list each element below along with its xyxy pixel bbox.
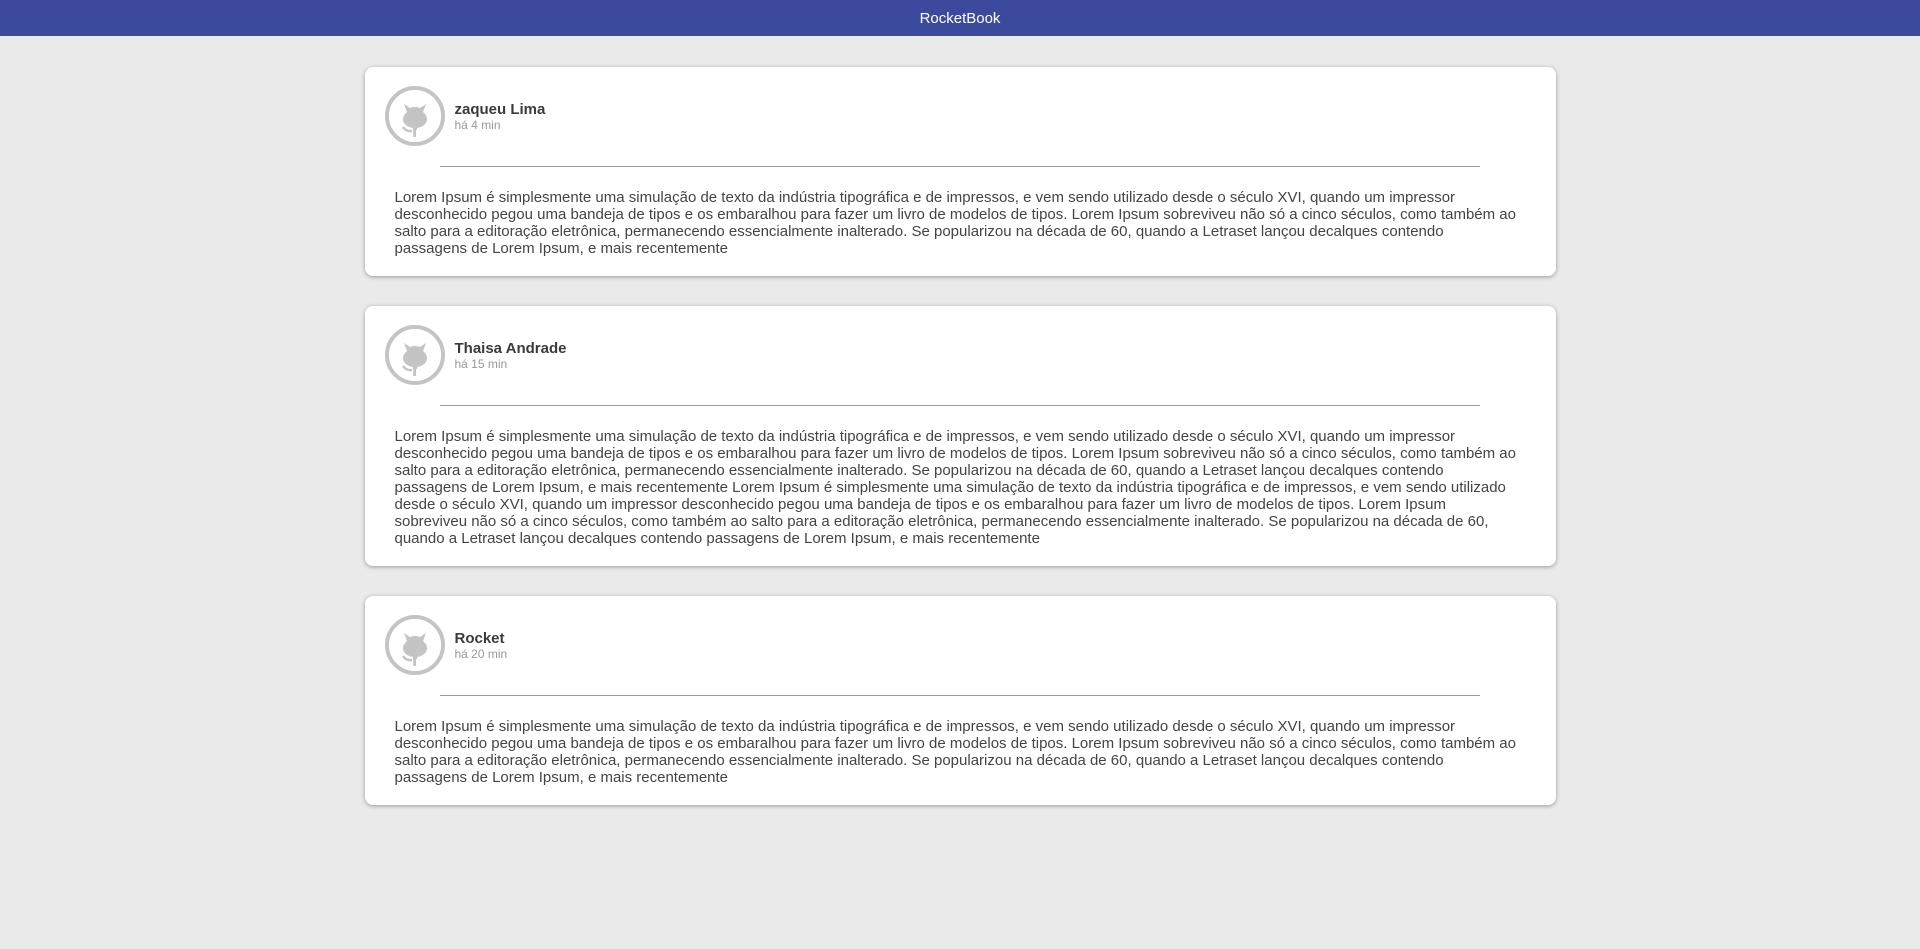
post-content: Lorem Ipsum é simplesmente uma simulação… bbox=[394, 428, 1516, 547]
github-octocat-icon bbox=[384, 325, 445, 385]
author-info: Thaisa Andrade há 15 min bbox=[455, 340, 567, 371]
app-header: RocketBook bbox=[0, 0, 1920, 36]
post-divider bbox=[439, 405, 1480, 406]
post-header: zaqueu Lima há 4 min bbox=[384, 86, 1520, 146]
post-card: Thaisa Andrade há 15 min Lorem Ipsum é s… bbox=[364, 306, 1556, 566]
post-divider bbox=[439, 166, 1480, 167]
post-card: zaqueu Lima há 4 min Lorem Ipsum é simpl… bbox=[364, 67, 1556, 276]
post-divider bbox=[439, 695, 1480, 696]
github-octocat-icon bbox=[384, 86, 445, 146]
author-name: zaqueu Lima bbox=[454, 100, 546, 118]
post-time: há 20 min bbox=[454, 646, 508, 661]
github-octocat-icon bbox=[384, 615, 445, 675]
author-name: Rocket bbox=[454, 629, 505, 647]
author-name: Thaisa Andrade bbox=[454, 339, 567, 357]
app-title: RocketBook bbox=[919, 9, 1001, 27]
post-content: Lorem Ipsum é simplesmente uma simulação… bbox=[394, 718, 1516, 786]
author-info: zaqueu Lima há 4 min bbox=[455, 101, 546, 132]
post-time: há 4 min bbox=[454, 117, 501, 132]
post-content: Lorem Ipsum é simplesmente uma simulação… bbox=[394, 189, 1516, 257]
author-info: Rocket há 20 min bbox=[455, 630, 508, 661]
post-card: Rocket há 20 min Lorem Ipsum é simplesme… bbox=[364, 596, 1556, 805]
post-header: Rocket há 20 min bbox=[384, 615, 1520, 675]
post-header: Thaisa Andrade há 15 min bbox=[384, 325, 1520, 385]
post-feed: zaqueu Lima há 4 min Lorem Ipsum é simpl… bbox=[364, 67, 1556, 805]
post-time: há 15 min bbox=[454, 356, 508, 371]
